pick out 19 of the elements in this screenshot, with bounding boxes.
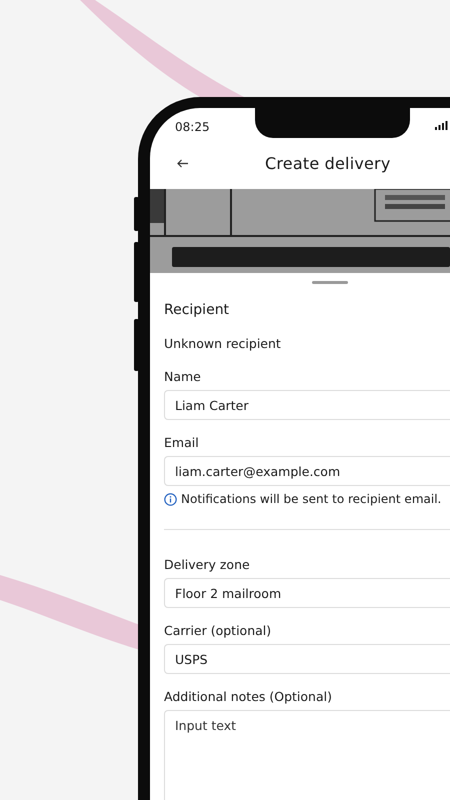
field-label: Email (164, 435, 200, 452)
input-field[interactable]: USPS (164, 644, 450, 674)
hint-text: Notifications will be sent to recipient email. (181, 492, 442, 506)
input-field[interactable]: liam.carter@example.com (164, 456, 450, 486)
status-time: 08:25 (175, 120, 211, 134)
drag-handle[interactable] (312, 281, 348, 284)
screen-title: Create delivery (265, 154, 390, 173)
section-title: Recipient (164, 302, 230, 320)
field-label: Additional notes (Optional) (164, 689, 333, 706)
field-label: Delivery zone (164, 557, 251, 574)
text-area[interactable]: Input text (164, 710, 450, 800)
input-field[interactable]: Liam Carter (164, 390, 450, 420)
back-icon[interactable] (177, 159, 189, 168)
field-label: Carrier (optional) (164, 623, 272, 640)
info-icon (164, 492, 177, 506)
recipient-status: Unknown recipient (164, 336, 282, 353)
signal-icon (435, 121, 448, 130)
input-field[interactable]: Floor 2 mailroom (164, 578, 450, 608)
field-label: Name (164, 369, 202, 386)
